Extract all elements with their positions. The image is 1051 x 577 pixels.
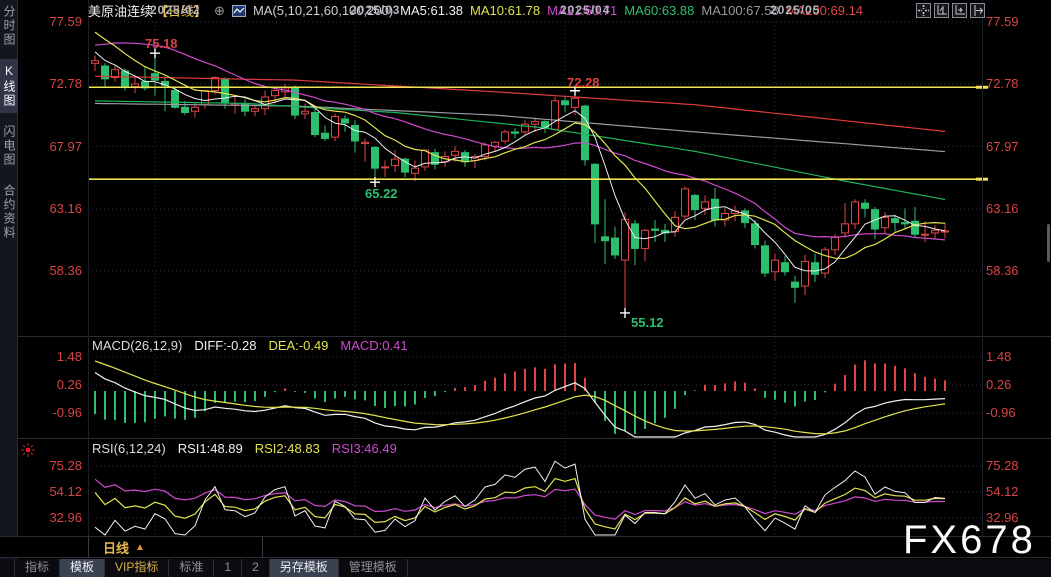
trading-terminal: 分时图 K线图闪电图合约资料 美原油连续 【日线】 ⊕ MA(5,10,21,60,… [0,0,1051,577]
sidebar-item-2[interactable]: 闪电图 [0,120,18,172]
rsi-axis-label-left: 32.96 [49,510,82,525]
macd-axis-label-right: 1.48 [986,348,1012,364]
annotation-72.28: 72.28 [567,74,600,90]
macd-axis-label-right: 0.26 [986,377,1012,393]
date-label-2025/04: 2025/04 [560,3,611,17]
macd-axis-label-left: 0.26 [56,377,82,393]
plot-right-border [982,0,983,536]
chart-canvas[interactable] [0,0,1051,577]
watermark: FX678 [903,518,1036,562]
symbol-name: 美原油连续 [88,4,154,19]
macd-diff-line [94,371,946,438]
mini-chart-icon[interactable] [231,4,246,17]
sidebar-item-1[interactable]: K线图 [0,59,18,113]
bottom-tabbar: 指标 模板 VIP指标 标准 1 2 另存模板 管理模板 [0,559,1051,577]
red-marker-icon[interactable] [21,443,35,457]
date-label-2025/05: 2025/05 [770,3,821,17]
ma60-line [94,100,946,201]
ma5-value: MA5:61.38 [400,3,464,18]
tab-1[interactable]: 1 [214,559,243,577]
date-label-2025/02: 2025/02 [150,3,201,17]
price-axis-label-left: 63.16 [49,200,82,216]
rsi-axis-label-left: 54.12 [49,484,82,499]
macd-dea-line [94,360,946,435]
expand-right-icon[interactable] [970,3,985,18]
price-axis-label-right: 58.36 [986,262,1019,278]
ma60-value: MA60:63.88 [624,3,695,18]
annotation-65.22: 65.22 [365,186,398,202]
rsi1-value: RSI1:48.89 [177,441,243,456]
macd-diff-value: DIFF:-0.28 [194,338,257,353]
separator-main-macd [18,336,1051,337]
macd-histogram [94,360,946,435]
date-label-2025/03: 2025/03 [350,3,401,17]
price-axis-label-right: 67.97 [986,138,1019,154]
rsi2-value: RSI2:48.83 [254,441,320,456]
annotation-75.18: 75.18 [145,36,178,52]
price-axis-label-left: 67.97 [49,138,82,154]
rsi-caption-row: RSI(6,12,24) RSI1:48.89 RSI2:48.83 RSI3:… [92,441,397,456]
period-label: 日线 [103,541,130,556]
macd-caption: MACD(26,12,9) [92,338,183,353]
price-axis-label-right: 63.16 [986,200,1019,216]
axis-scale-icon[interactable] [934,3,949,18]
price-axis-label-left: 72.78 [49,76,82,92]
rsi-axis-label-left: 75.28 [49,457,82,473]
rsi-caption: RSI(6,12,24) [92,441,166,456]
tab-指标[interactable]: 指标 [14,559,61,577]
price-axis-label-right: 77.59 [986,14,1019,29]
ma10-value: MA10:61.78 [470,3,541,18]
macd-caption-row: MACD(26,12,9) DIFF:-0.28 DEA:-0.49 MACD:… [92,338,408,353]
macd-axis-label-left: -0.96 [52,405,82,421]
separator-macd-rsi [18,438,1051,439]
rsi-axis-label-right: 75.28 [986,457,1019,473]
scrollbar-thumb[interactable] [1047,224,1050,262]
rsi6-line [94,460,946,536]
add-indicator-icon[interactable]: ⊕ [214,3,225,19]
tab-模板[interactable]: 模板 [60,559,106,577]
ma100-line [94,102,946,153]
ma100-value: MA100:67.58 [701,3,779,18]
tab-管理模板[interactable]: 管理模板 [339,559,408,577]
rsi24-line [94,478,946,520]
sidebar-item-0[interactable]: 分时图 [0,0,18,52]
rsi-axis-label-right: 54.12 [986,484,1019,499]
macd-value: MACD:0.41 [340,338,408,353]
macd-axis-label-right: -0.96 [986,405,1016,421]
price-axis-label-left: 77.59 [49,14,82,29]
tab-VIP指标[interactable]: VIP指标 [105,559,170,577]
tab-标准[interactable]: 标准 [169,559,215,577]
period-selector[interactable]: 日线 ▲ [88,537,263,558]
axis-pan-icon[interactable] [952,3,967,18]
tab-2[interactable]: 2 [242,559,270,577]
timeline-row: 日线 ▲ [0,536,1051,558]
sidebar-item-3[interactable]: 合约资料 [0,179,18,245]
crosshair-icon[interactable] [916,3,931,18]
extreme-marker-icon [620,307,630,318]
plot-left-border [88,0,89,536]
price-axis-label-right: 72.78 [986,76,1019,92]
macd-dea-value: DEA:-0.49 [268,338,329,353]
rsi3-value: RSI3:46.49 [331,441,397,456]
annotation-55.12: 55.12 [631,314,664,330]
left-sidebar: 分时图 K线图闪电图合约资料 [0,0,18,577]
price-axis-label-left: 58.36 [49,262,82,278]
ma10-line [94,31,946,259]
macd-axis-label-left: 1.48 [56,348,82,364]
chart-header: 美原油连续 【日线】 ⊕ MA(5,10,21,60,100,200) MA5:6… [88,2,863,20]
period-arrow-icon: ▲ [135,542,145,553]
tab-另存模板[interactable]: 另存模板 [269,559,339,577]
